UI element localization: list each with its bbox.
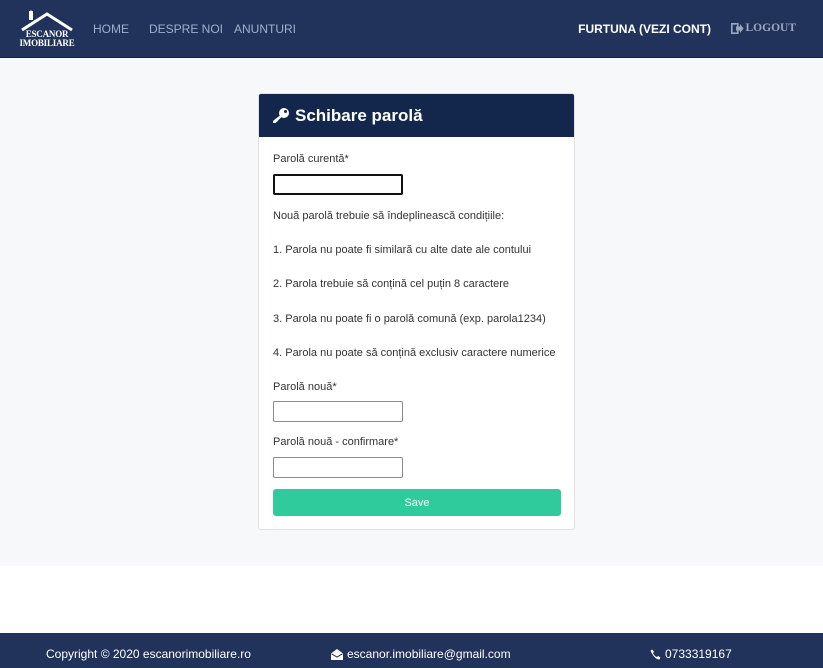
nav-link-anunturi[interactable]: ANUNTURI	[234, 22, 296, 36]
footer-phone[interactable]: 0733319167	[650, 647, 732, 661]
nav-link-despre-noi[interactable]: DESPRE NOI	[149, 22, 223, 36]
phone-icon	[650, 649, 661, 659]
rule-item: 1. Parola nu poate fi similară cu alte d…	[273, 244, 532, 256]
logo[interactable]: ESCANOR IMOBILIARE	[18, 10, 76, 50]
account-link[interactable]: FURTUNA (VEZI CONT)	[578, 22, 711, 36]
card-header: Schibare parolă	[259, 94, 574, 137]
key-icon	[273, 107, 289, 123]
footer-phone-text: 0733319167	[665, 647, 732, 661]
current-password-input[interactable]	[273, 174, 403, 195]
footer-email[interactable]: escanor.imobiliare@gmail.com	[331, 647, 511, 661]
footer-email-text: escanor.imobiliare@gmail.com	[347, 647, 511, 661]
footer: Copyright © 2020 escanorimobiliare.ro es…	[0, 633, 823, 668]
sign-out-icon	[730, 22, 744, 34]
change-password-card: Schibare parolă Parolă curentă* Nouă par…	[258, 93, 575, 530]
current-password-label: Parolă curentă*	[273, 153, 349, 165]
save-button[interactable]: Save	[273, 489, 561, 516]
logout-label: LOGOUT	[745, 22, 796, 34]
rules-intro: Nouă parolă trebuie să îndeplinească con…	[273, 210, 505, 222]
rule-item: 2. Parola trebuie să conțină cel puțin 8…	[273, 278, 510, 290]
rule-item: 3. Parola nu poate fi o parolă comună (e…	[273, 313, 546, 325]
rule-item: 4. Parola nu poate să conțină exclusiv c…	[273, 347, 556, 359]
navbar: ESCANOR IMOBILIARE HOME DESPRE NOI ANUNT…	[0, 0, 823, 58]
logo-line2: IMOBILIARE	[19, 38, 75, 48]
new-password-input[interactable]	[273, 401, 403, 422]
nav-link-home[interactable]: HOME	[93, 22, 129, 36]
logout-link[interactable]: LOGOUT	[730, 22, 796, 34]
confirm-password-label: Parolă nouă - confirmare*	[273, 436, 399, 448]
envelope-open-icon	[331, 648, 343, 660]
confirm-password-input[interactable]	[273, 457, 403, 478]
card-title: Schibare parolă	[295, 105, 423, 125]
footer-copyright: Copyright © 2020 escanorimobiliare.ro	[46, 647, 251, 661]
logo-text: ESCANOR IMOBILIARE	[18, 30, 76, 48]
new-password-label: Parolă nouă*	[273, 381, 337, 393]
